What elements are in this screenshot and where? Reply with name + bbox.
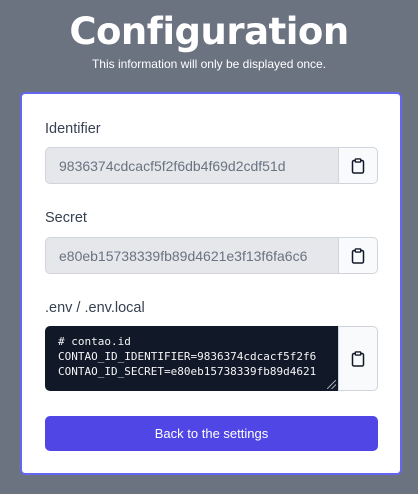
identifier-label: Identifier	[45, 121, 101, 137]
copy-identifier-button[interactable]	[338, 147, 378, 184]
env-label: .env / .env.local	[45, 300, 145, 316]
env-line: # contao.id	[58, 335, 131, 348]
configuration-card: Identifier 9836374cdcacf5f2f6db4f69d2cdf…	[20, 92, 402, 475]
secret-field[interactable]: e80eb15738339fb89d4621e3f13f6fa6c6	[45, 237, 338, 274]
resize-handle-icon[interactable]	[327, 380, 336, 389]
env-code-textarea[interactable]: # contao.id CONTAO_ID_IDENTIFIER=9836374c…	[45, 326, 338, 391]
page-title: Configuration	[69, 10, 349, 53]
copy-env-button[interactable]	[338, 326, 378, 391]
env-line: CONTAO_ID_IDENTIFIER=9836374cdcacf5f2f6	[58, 350, 317, 363]
secret-row: e80eb15738339fb89d4621e3f13f6fa6c6	[45, 237, 378, 274]
clipboard-icon	[351, 157, 365, 174]
clipboard-icon	[351, 247, 365, 264]
secret-label: Secret	[45, 210, 87, 226]
identifier-field[interactable]: 9836374cdcacf5f2f6db4f69d2cdf51d	[45, 147, 338, 184]
identifier-row: 9836374cdcacf5f2f6db4f69d2cdf51d	[45, 147, 378, 184]
page-subtitle: This information will only be displayed …	[91, 57, 327, 71]
clipboard-icon	[351, 350, 365, 367]
back-to-settings-button[interactable]: Back to the settings	[45, 416, 378, 451]
copy-secret-button[interactable]	[338, 237, 378, 274]
env-line: CONTAO_ID_SECRET=e80eb15738339fb89d4621	[58, 365, 317, 378]
env-row: # contao.id CONTAO_ID_IDENTIFIER=9836374c…	[45, 326, 378, 391]
